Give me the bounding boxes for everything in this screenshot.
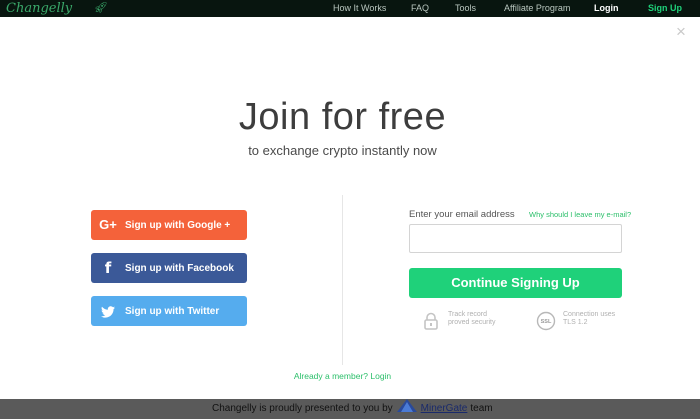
twitter-signup-label: Sign up with Twitter [125,305,220,317]
facebook-signup-label: Sign up with Facebook [125,262,234,274]
security-text: Track record proved security [448,311,496,326]
footer-text-after: team [470,403,493,414]
rocket-icon: 🚀︎ [94,2,108,14]
twitter-signup-button[interactable]: Sign up with Twitter [91,296,247,326]
minergate-logo-icon [396,399,417,419]
google-plus-icon: G+ [99,217,117,232]
minergate-link[interactable]: MinerGate [421,400,468,418]
modal-title: Join for free [238,96,447,138]
security-feature: Track record proved security [421,311,508,331]
footer: Changelly is proudly presented to you by… [0,399,700,419]
google-signup-button[interactable]: G+ Sign up with Google + [91,210,247,240]
nav-tools[interactable]: Tools [455,0,476,17]
nav-login[interactable]: Login [594,0,619,17]
why-email-link[interactable]: Why should I leave my e-mail? [529,210,631,219]
facebook-signup-button[interactable]: f Sign up with Facebook [91,253,247,283]
nav-affiliate-program[interactable]: Affiliate Program [504,0,570,17]
email-input[interactable] [409,224,622,253]
top-navbar: Changelly 🚀︎ How It Works FAQ Tools Affi… [0,0,700,17]
close-icon[interactable]: × [676,23,686,40]
lock-icon [421,311,441,331]
footer-credit: Changelly is proudly presented to you by… [212,399,493,419]
nav-faq[interactable]: FAQ [411,0,429,17]
twitter-icon [91,296,125,326]
modal-subtitle: to exchange crypto instantly now [248,143,437,158]
facebook-icon: f [104,259,112,277]
signup-modal: × Join for free to exchange crypto insta… [0,17,700,399]
google-signup-label: Sign up with Google + [125,219,231,231]
ssl-badge-icon: SSL [536,311,556,331]
ssl-badge-text: SSL [541,319,552,325]
tls-text: Connection uses TLS 1.2 [563,311,616,326]
tls-feature: SSL Connection uses TLS 1.2 [536,311,623,331]
footer-text-before: Changelly is proudly presented to you by [212,403,393,414]
continue-signup-button[interactable]: Continue Signing Up [409,268,622,298]
nav-sign-up[interactable]: Sign Up [648,0,682,17]
logo[interactable]: Changelly [6,0,72,17]
nav-how-it-works[interactable]: How It Works [333,0,386,17]
email-label: Enter your email address [409,209,515,220]
column-divider [342,195,343,365]
login-link[interactable]: Already a member? Login [0,371,685,381]
